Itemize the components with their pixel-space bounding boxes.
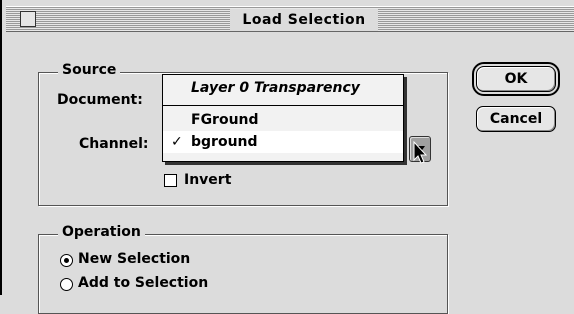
document-label: Document: xyxy=(57,92,143,108)
source-group-label: Source xyxy=(58,62,121,78)
menu-item-label: Layer 0 Transparency xyxy=(191,80,360,96)
invert-label[interactable]: Invert xyxy=(184,172,231,188)
title-bar[interactable]: Load Selection xyxy=(6,6,574,32)
load-selection-dialog: Load Selection Source Document: Channel:… xyxy=(0,0,574,314)
mouse-pointer-icon xyxy=(413,140,428,164)
operation-group xyxy=(38,234,448,314)
invert-checkbox[interactable] xyxy=(164,174,177,187)
close-box[interactable] xyxy=(20,11,36,27)
add-to-selection-radio[interactable] xyxy=(60,278,73,291)
add-to-selection-label[interactable]: Add to Selection xyxy=(78,275,208,291)
ok-button[interactable]: OK xyxy=(472,62,560,96)
new-selection-label[interactable]: New Selection xyxy=(78,251,190,267)
menu-item-bground[interactable]: ✓ bground xyxy=(163,131,403,153)
channel-label: Channel: xyxy=(79,136,149,152)
operation-group-label: Operation xyxy=(58,224,145,240)
menu-item-layer-0-transparency[interactable]: Layer 0 Transparency xyxy=(163,77,403,99)
cancel-button[interactable]: Cancel xyxy=(476,106,556,132)
menu-separator xyxy=(163,105,403,106)
checkmark-icon: ✓ xyxy=(171,134,183,150)
new-selection-radio[interactable] xyxy=(60,254,73,267)
dialog-title: Load Selection xyxy=(230,9,378,31)
channel-menu: Layer 0 Transparency FGround ✓ bground xyxy=(162,74,404,162)
menu-item-label: bground xyxy=(191,134,258,150)
menu-item-label: FGround xyxy=(191,112,259,128)
menu-item-fground[interactable]: FGround xyxy=(163,109,403,131)
